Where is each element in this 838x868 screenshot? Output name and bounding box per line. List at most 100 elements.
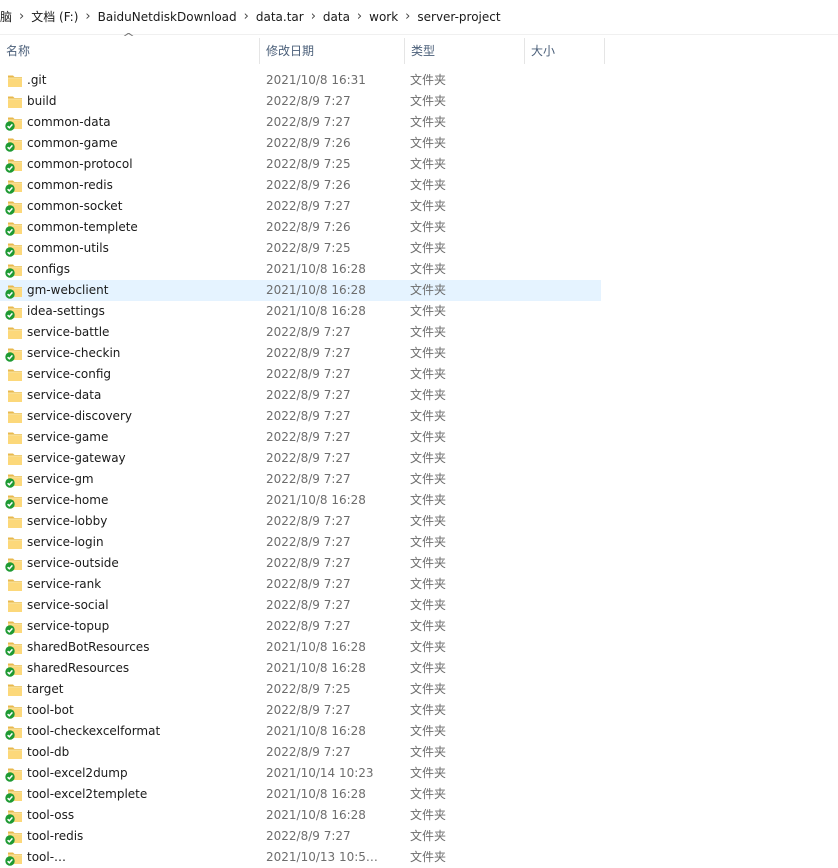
file-name[interactable]: configs: [27, 259, 70, 280]
file-name[interactable]: service-topup: [27, 616, 109, 637]
file-name[interactable]: gm-webclient: [27, 280, 108, 301]
folder-row[interactable]: common-templete 2022/8/9 7:26 文件夹: [0, 217, 838, 238]
breadcrumb-separator-icon[interactable]: [310, 0, 317, 34]
file-type: 文件夹: [410, 724, 447, 738]
file-name[interactable]: service-social: [27, 595, 109, 616]
folder-row[interactable]: .git 2021/10/8 16:31 文件夹: [0, 70, 838, 91]
folder-row[interactable]: sharedBotResources 2021/10/8 16:28 文件夹: [0, 637, 838, 658]
folder-row[interactable]: tool-… 2021/10/13 10:5… 文件夹: [0, 847, 838, 868]
file-name[interactable]: service-discovery: [27, 406, 132, 427]
file-name[interactable]: service-gm: [27, 469, 94, 490]
file-name[interactable]: .git: [27, 70, 46, 91]
file-name[interactable]: tool-checkexcelformat: [27, 721, 160, 742]
folder-row[interactable]: service-outside 2022/8/9 7:27 文件夹: [0, 553, 838, 574]
column-header-type[interactable]: 类型: [411, 38, 435, 64]
folder-row[interactable]: service-battle 2022/8/9 7:27 文件夹: [0, 322, 838, 343]
folder-row[interactable]: tool-bot 2022/8/9 7:27 文件夹: [0, 700, 838, 721]
folder-row[interactable]: configs 2021/10/8 16:28 文件夹: [0, 259, 838, 280]
breadcrumb-separator-icon[interactable]: [84, 0, 91, 34]
file-name[interactable]: tool-oss: [27, 805, 74, 826]
file-name[interactable]: service-game: [27, 427, 108, 448]
folder-row[interactable]: service-gm 2022/8/9 7:27 文件夹: [0, 469, 838, 490]
folder-row[interactable]: service-topup 2022/8/9 7:27 文件夹: [0, 616, 838, 637]
folder-row[interactable]: gm-webclient 2021/10/8 16:28 文件夹: [0, 280, 838, 301]
file-name[interactable]: common-data: [27, 112, 111, 133]
folder-row[interactable]: service-data 2022/8/9 7:27 文件夹: [0, 385, 838, 406]
folder-row[interactable]: tool-checkexcelformat 2021/10/8 16:28 文件夹: [0, 721, 838, 742]
file-name[interactable]: service-gateway: [27, 448, 126, 469]
breadcrumb-item[interactable]: BaiduNetdiskDownload: [92, 0, 243, 34]
breadcrumb-separator-icon[interactable]: [404, 0, 411, 34]
folder-row[interactable]: common-redis 2022/8/9 7:26 文件夹: [0, 175, 838, 196]
folder-row[interactable]: service-social 2022/8/9 7:27 文件夹: [0, 595, 838, 616]
file-name[interactable]: service-outside: [27, 553, 119, 574]
folder-synced-icon: [5, 661, 23, 677]
column-header-size[interactable]: 大小: [531, 38, 555, 64]
folder-row[interactable]: tool-db 2022/8/9 7:27 文件夹: [0, 742, 838, 763]
file-name[interactable]: service-rank: [27, 574, 101, 595]
column-header-date[interactable]: 修改日期: [266, 38, 314, 64]
folder-row[interactable]: idea-settings 2021/10/8 16:28 文件夹: [0, 301, 838, 322]
folder-row[interactable]: service-config 2022/8/9 7:27 文件夹: [0, 364, 838, 385]
folder-row[interactable]: service-discovery 2022/8/9 7:27 文件夹: [0, 406, 838, 427]
folder-row[interactable]: service-lobby 2022/8/9 7:27 文件夹: [0, 511, 838, 532]
column-divider[interactable]: [524, 38, 525, 64]
file-name[interactable]: tool-excel2templete: [27, 784, 147, 805]
file-name[interactable]: service-checkin: [27, 343, 120, 364]
breadcrumb-separator-icon[interactable]: [356, 0, 363, 34]
file-name[interactable]: common-socket: [27, 196, 122, 217]
breadcrumb-item[interactable]: data.tar: [250, 0, 310, 34]
file-name[interactable]: common-redis: [27, 175, 113, 196]
file-name[interactable]: common-game: [27, 133, 118, 154]
folder-row[interactable]: tool-excel2templete 2021/10/8 16:28 文件夹: [0, 784, 838, 805]
breadcrumb-item[interactable]: server-project: [411, 0, 506, 34]
column-divider[interactable]: [404, 38, 405, 64]
file-name[interactable]: tool-redis: [27, 826, 83, 847]
column-header-name[interactable]: 名称: [6, 38, 30, 64]
folder-row[interactable]: service-login 2022/8/9 7:27 文件夹: [0, 532, 838, 553]
folder-row[interactable]: common-utils 2022/8/9 7:25 文件夹: [0, 238, 838, 259]
folder-row[interactable]: common-socket 2022/8/9 7:27 文件夹: [0, 196, 838, 217]
file-name[interactable]: common-utils: [27, 238, 109, 259]
folder-row[interactable]: service-home 2021/10/8 16:28 文件夹: [0, 490, 838, 511]
folder-row[interactable]: service-gateway 2022/8/9 7:27 文件夹: [0, 448, 838, 469]
folder-row[interactable]: common-protocol 2022/8/9 7:25 文件夹: [0, 154, 838, 175]
file-name[interactable]: tool-bot: [27, 700, 74, 721]
folder-row[interactable]: target 2022/8/9 7:25 文件夹: [0, 679, 838, 700]
file-name[interactable]: service-login: [27, 532, 104, 553]
file-name[interactable]: service-data: [27, 385, 101, 406]
breadcrumb-item[interactable]: work: [363, 0, 404, 34]
folder-row[interactable]: service-rank 2022/8/9 7:27 文件夹: [0, 574, 838, 595]
file-name[interactable]: tool-excel2dump: [27, 763, 128, 784]
folder-row[interactable]: service-game 2022/8/9 7:27 文件夹: [0, 427, 838, 448]
file-name[interactable]: service-config: [27, 364, 111, 385]
file-name[interactable]: common-protocol: [27, 154, 133, 175]
file-name[interactable]: service-battle: [27, 322, 109, 343]
file-name[interactable]: target: [27, 679, 64, 700]
file-name[interactable]: sharedBotResources: [27, 637, 149, 658]
folder-row[interactable]: build 2022/8/9 7:27 文件夹: [0, 91, 838, 112]
file-name[interactable]: tool-db: [27, 742, 69, 763]
file-name[interactable]: sharedResources: [27, 658, 129, 679]
folder-row[interactable]: tool-oss 2021/10/8 16:28 文件夹: [0, 805, 838, 826]
file-name[interactable]: service-home: [27, 490, 108, 511]
folder-row[interactable]: common-data 2022/8/9 7:27 文件夹: [0, 112, 838, 133]
breadcrumb-separator-icon[interactable]: [18, 0, 25, 34]
file-name[interactable]: tool-…: [27, 847, 66, 868]
breadcrumb-item[interactable]: data: [317, 0, 356, 34]
folder-row[interactable]: service-checkin 2022/8/9 7:27 文件夹: [0, 343, 838, 364]
breadcrumb-item[interactable]: 脑: [0, 0, 18, 34]
file-name[interactable]: build: [27, 91, 57, 112]
folder-row[interactable]: common-game 2022/8/9 7:26 文件夹: [0, 133, 838, 154]
breadcrumb-separator-icon[interactable]: [243, 0, 250, 34]
column-divider[interactable]: [259, 38, 260, 64]
file-name[interactable]: common-templete: [27, 217, 138, 238]
folder-row[interactable]: tool-excel2dump 2021/10/14 10:23 文件夹: [0, 763, 838, 784]
folder-row[interactable]: tool-redis 2022/8/9 7:27 文件夹: [0, 826, 838, 847]
file-name[interactable]: idea-settings: [27, 301, 105, 322]
column-divider[interactable]: [604, 38, 605, 64]
folder-row[interactable]: sharedResources 2021/10/8 16:28 文件夹: [0, 658, 838, 679]
file-type: 文件夹: [410, 115, 447, 129]
breadcrumb-item[interactable]: 文档 (F:): [25, 0, 84, 34]
file-name[interactable]: service-lobby: [27, 511, 107, 532]
